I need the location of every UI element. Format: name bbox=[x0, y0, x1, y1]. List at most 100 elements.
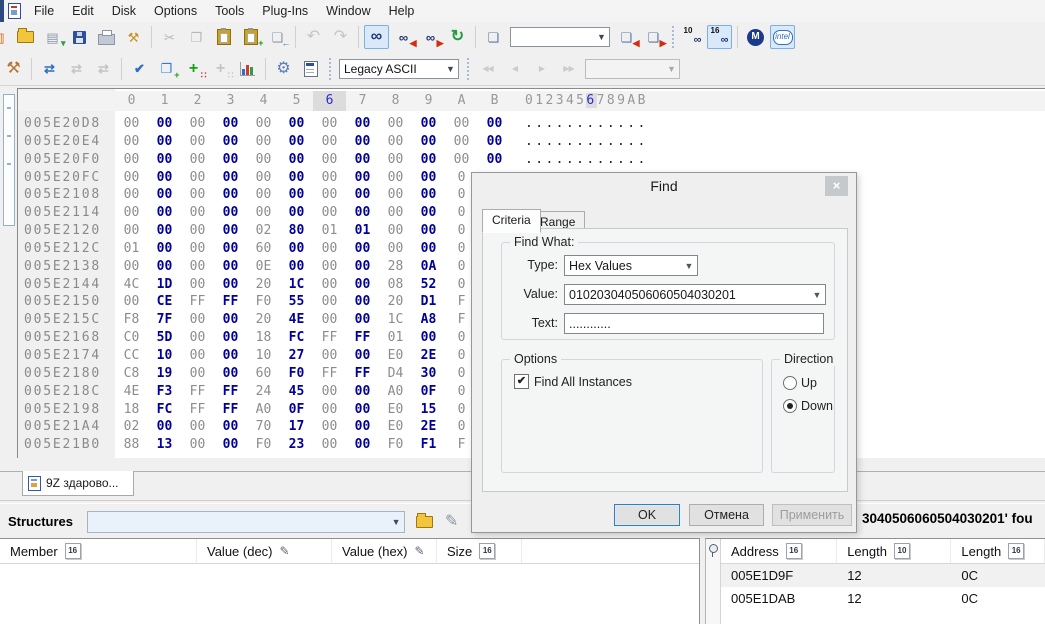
chevron-down-icon[interactable]: ▼ bbox=[681, 261, 697, 271]
hex-byte[interactable]: 00 bbox=[181, 329, 214, 347]
hex-byte[interactable]: A0 bbox=[379, 383, 412, 401]
hex-byte[interactable]: 13 bbox=[148, 436, 181, 454]
hex-byte[interactable]: 00 bbox=[346, 347, 379, 365]
hex-byte[interactable]: 00 bbox=[412, 204, 445, 222]
hex-byte[interactable]: 00 bbox=[247, 151, 280, 169]
hex-byte[interactable]: E0 bbox=[379, 418, 412, 436]
chevron-down-icon[interactable]: ▼ bbox=[809, 290, 825, 300]
column-header-member[interactable]: Member16 bbox=[0, 539, 197, 563]
hex-byte[interactable]: 00 bbox=[313, 311, 346, 329]
hex-byte[interactable]: 00 bbox=[478, 133, 511, 151]
goto-next-button[interactable]: ❏▶ bbox=[641, 25, 666, 49]
hex-byte[interactable]: FC bbox=[148, 401, 181, 419]
hex-byte[interactable]: 00 bbox=[379, 222, 412, 240]
hex-byte[interactable]: 00 bbox=[346, 115, 379, 133]
hex-byte[interactable]: 00 bbox=[412, 169, 445, 187]
menu-plug-ins[interactable]: Plug-Ins bbox=[253, 4, 317, 18]
hex-byte[interactable]: 00 bbox=[214, 311, 247, 329]
hex-byte[interactable]: 08 bbox=[379, 276, 412, 294]
hex-byte[interactable]: 00 bbox=[181, 311, 214, 329]
hex-byte[interactable]: 00 bbox=[313, 347, 346, 365]
hex-byte[interactable]: 00 bbox=[379, 240, 412, 258]
hex-byte[interactable]: 00 bbox=[148, 258, 181, 276]
hex-byte[interactable]: 00 bbox=[379, 115, 412, 133]
hex-byte[interactable]: 00 bbox=[214, 329, 247, 347]
hex-byte[interactable]: 00 bbox=[181, 222, 214, 240]
insert-edit-button[interactable]: ❏← bbox=[265, 25, 290, 49]
hex-byte[interactable]: 00 bbox=[148, 186, 181, 204]
compare-files-button[interactable]: ⇄ bbox=[37, 57, 62, 81]
menu-window[interactable]: Window bbox=[317, 4, 379, 18]
menu-tools[interactable]: Tools bbox=[206, 4, 253, 18]
import-file-button[interactable]: ▤▾ bbox=[40, 25, 65, 49]
hex-byte[interactable]: 00 bbox=[346, 401, 379, 419]
hex-byte[interactable]: 0E bbox=[247, 258, 280, 276]
hex-byte[interactable]: 28 bbox=[379, 258, 412, 276]
statistics-button[interactable] bbox=[235, 57, 260, 81]
hex-byte[interactable]: 00 bbox=[313, 240, 346, 258]
find-previous-button[interactable]: ∞◀ bbox=[391, 25, 416, 49]
structures-edit-button[interactable]: ✎ bbox=[439, 510, 464, 534]
hex-byte[interactable]: 00 bbox=[214, 365, 247, 383]
hex-byte[interactable]: 1D bbox=[148, 276, 181, 294]
direction-up-radio[interactable] bbox=[783, 376, 797, 390]
hex-byte[interactable]: CE bbox=[148, 293, 181, 311]
hex-byte[interactable]: 00 bbox=[214, 418, 247, 436]
type-combo[interactable]: Hex Values ▼ bbox=[564, 255, 698, 276]
save-file-button[interactable] bbox=[67, 25, 92, 49]
hex-byte[interactable]: 00 bbox=[313, 383, 346, 401]
hex-byte[interactable]: 00 bbox=[115, 293, 148, 311]
hex-byte[interactable]: 02 bbox=[115, 418, 148, 436]
hex-byte[interactable]: 01 bbox=[115, 240, 148, 258]
hex-byte[interactable]: 00 bbox=[181, 436, 214, 454]
column-header-length[interactable]: Length10 bbox=[837, 539, 951, 563]
paste-special-button[interactable]: + bbox=[238, 25, 263, 49]
hex-byte[interactable]: 00 bbox=[214, 276, 247, 294]
hex-byte[interactable]: 00 bbox=[346, 258, 379, 276]
hex-byte[interactable]: 00 bbox=[280, 115, 313, 133]
hex-byte[interactable]: 15 bbox=[412, 401, 445, 419]
hex-byte[interactable]: 10 bbox=[148, 347, 181, 365]
result-row[interactable]: 005E1D9F120C bbox=[721, 564, 1045, 587]
hex-byte[interactable]: 17 bbox=[280, 418, 313, 436]
hex-byte[interactable]: 00 bbox=[148, 115, 181, 133]
hex-byte[interactable]: F1 bbox=[412, 436, 445, 454]
hex-byte[interactable]: 00 bbox=[214, 347, 247, 365]
hex-byte[interactable]: 00 bbox=[412, 133, 445, 151]
hex-byte[interactable]: 00 bbox=[214, 115, 247, 133]
radix-decimal-button[interactable]: 10∞ bbox=[680, 25, 705, 49]
tools-hammer-button[interactable]: ⚒ bbox=[1, 57, 26, 81]
find-button[interactable]: ∞ bbox=[364, 25, 389, 49]
hex-byte[interactable]: 19 bbox=[148, 365, 181, 383]
document-tab[interactable]: 9Z здарово... bbox=[22, 471, 134, 496]
find-all-instances-checkbox[interactable]: ✔ bbox=[514, 374, 529, 389]
hex-byte[interactable]: 00 bbox=[379, 186, 412, 204]
hex-byte[interactable]: 00 bbox=[214, 240, 247, 258]
hex-byte[interactable]: 00 bbox=[214, 204, 247, 222]
hex-byte[interactable]: 00 bbox=[148, 222, 181, 240]
hex-byte[interactable]: 00 bbox=[313, 418, 346, 436]
file-tools-button[interactable]: ⚒ bbox=[121, 25, 146, 49]
hex-byte[interactable]: 00 bbox=[445, 133, 478, 151]
hex-byte[interactable]: F0 bbox=[280, 365, 313, 383]
new-file-button[interactable]: ▥ bbox=[0, 25, 11, 49]
hex-byte[interactable]: 45 bbox=[280, 383, 313, 401]
hex-byte[interactable]: 20 bbox=[247, 276, 280, 294]
column-header-length[interactable]: Length16 bbox=[951, 539, 1045, 563]
hex-byte[interactable]: 27 bbox=[280, 347, 313, 365]
hex-byte[interactable]: 00 bbox=[346, 311, 379, 329]
hex-byte[interactable]: 00 bbox=[280, 151, 313, 169]
hex-byte[interactable]: 1C bbox=[379, 311, 412, 329]
hex-byte[interactable]: 80 bbox=[280, 222, 313, 240]
menu-file[interactable]: File bbox=[25, 4, 63, 18]
hex-byte[interactable]: 00 bbox=[280, 186, 313, 204]
chevron-down-icon[interactable]: ▼ bbox=[594, 32, 609, 42]
hex-byte[interactable]: 00 bbox=[181, 151, 214, 169]
hex-byte[interactable]: 00 bbox=[115, 222, 148, 240]
hex-byte[interactable]: 00 bbox=[313, 276, 346, 294]
hex-byte[interactable]: A8 bbox=[412, 311, 445, 329]
hex-byte[interactable]: CC bbox=[115, 347, 148, 365]
paste-button[interactable] bbox=[211, 25, 236, 49]
radix-hex-button[interactable]: 16∞ bbox=[707, 25, 732, 49]
ascii-text[interactable]: ............ bbox=[525, 116, 648, 131]
